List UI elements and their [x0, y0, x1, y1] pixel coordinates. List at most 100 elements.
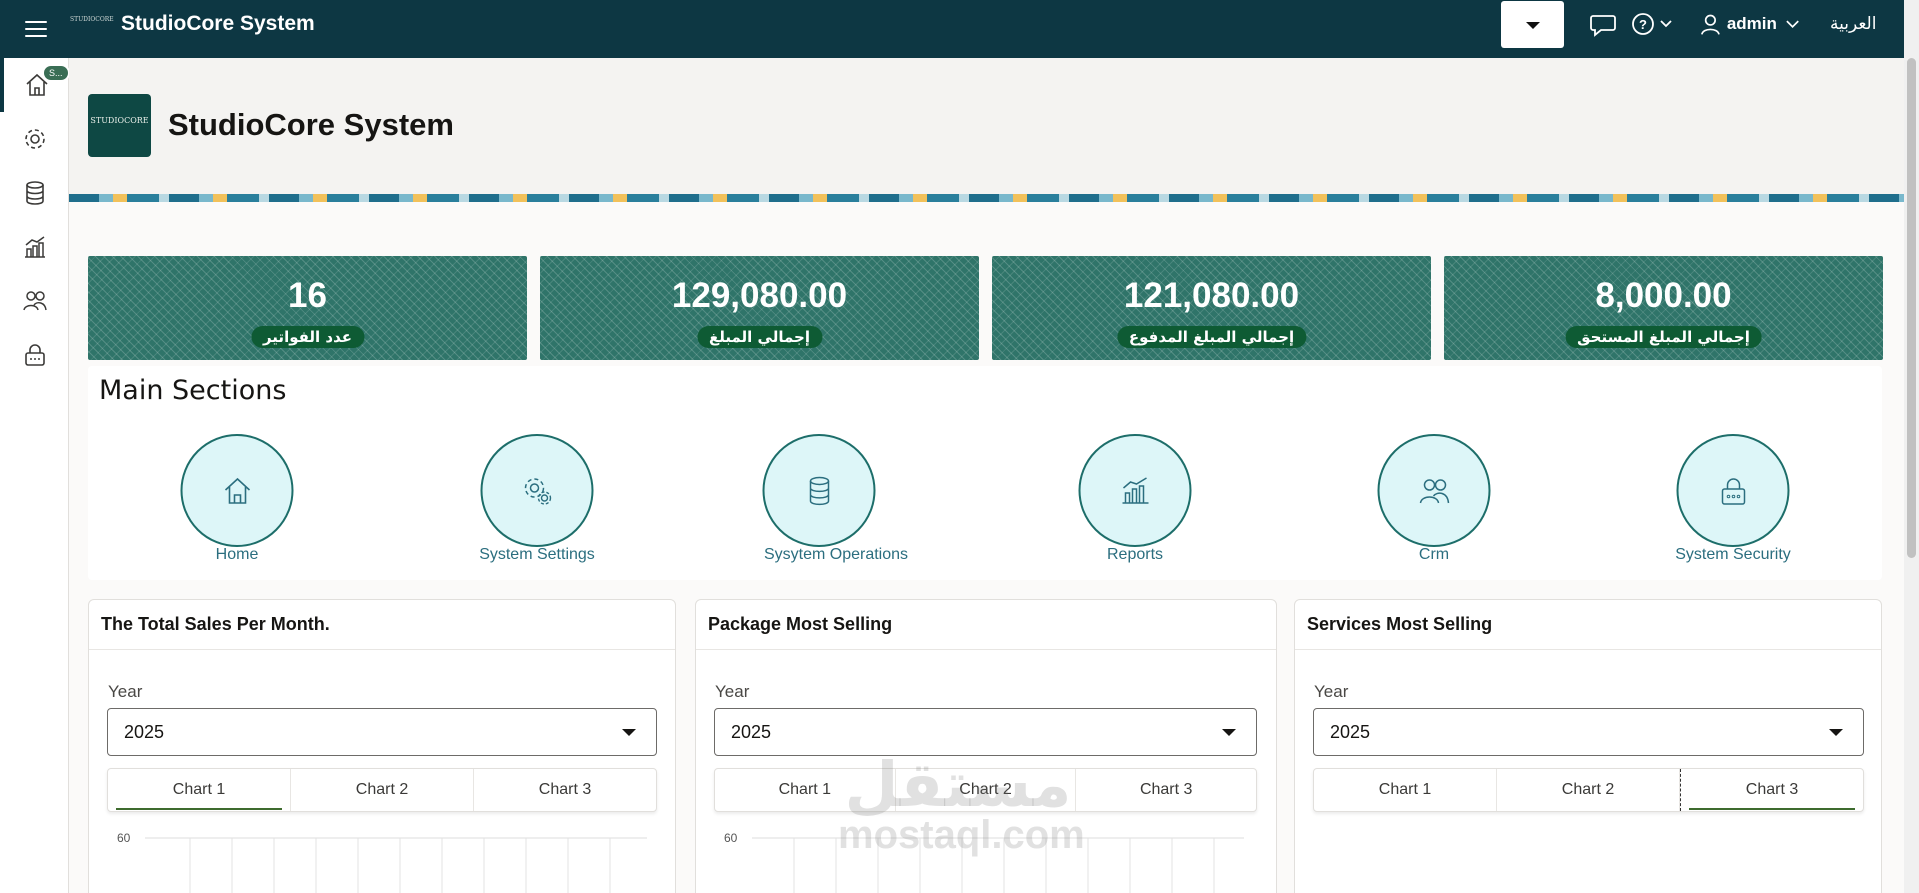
sections-title: Main Sections — [99, 375, 287, 406]
stat-label: عدد الفواتير — [250, 326, 365, 348]
year-label: Year — [108, 682, 143, 701]
section-label: System Settings — [479, 546, 595, 563]
page-scrollbar[interactable] — [1904, 0, 1919, 893]
year-select[interactable]: 2025 — [714, 708, 1257, 756]
scrollbar-thumb[interactable] — [1907, 58, 1916, 558]
chart-icon — [1122, 476, 1148, 504]
year-label: Year — [1314, 682, 1349, 701]
year-select[interactable]: 2025 — [1313, 708, 1864, 756]
sidebar-item-crm[interactable] — [0, 274, 69, 328]
year-select[interactable]: 2025 — [107, 708, 657, 756]
chart-tabs: Chart 1 Chart 2 Chart 3 — [714, 768, 1257, 812]
app-title: StudioCore System — [121, 12, 315, 35]
section-circle — [480, 434, 594, 547]
section-system-operations[interactable]: Sysytem Operations — [736, 434, 936, 574]
axis-tick-label: 60 — [724, 831, 738, 845]
section-label: Sysytem Operations — [763, 546, 909, 563]
app-logo: STUDIOCORE — [88, 94, 151, 157]
tab-chart-2[interactable]: Chart 2 — [896, 769, 1077, 811]
panel-title: Package Most Selling — [708, 614, 893, 634]
gear-icon — [24, 129, 45, 149]
lock-icon — [1721, 477, 1745, 505]
section-circle — [762, 434, 876, 547]
database-icon — [809, 476, 829, 505]
tab-chart-3[interactable]: Chart 3 — [474, 769, 656, 811]
sidebar-item-security[interactable] — [0, 328, 69, 382]
section-circle — [1377, 434, 1491, 547]
tab-chart-3[interactable]: Chart 3 — [1680, 769, 1863, 811]
user-icon — [1701, 14, 1720, 35]
header-dropdown-button[interactable] — [1501, 1, 1564, 48]
panel-divider — [696, 649, 1276, 650]
stat-value: 16 — [288, 276, 327, 315]
sidebar-item-home[interactable]: S... — [0, 58, 70, 112]
user-menu[interactable]: admin — [1700, 11, 1800, 37]
section-reports[interactable]: Reports — [1035, 434, 1235, 574]
sidebar-item-operations[interactable] — [0, 166, 69, 220]
chat-icon[interactable] — [1589, 11, 1617, 37]
stat-value: 129,080.00 — [671, 276, 848, 315]
section-system-security[interactable]: System Security — [1633, 434, 1833, 574]
help-icon[interactable]: ? — [1630, 11, 1678, 37]
stat-label: إجمالي المبلغ المستحق — [1565, 326, 1762, 348]
brand-logo: STUDIOCORE — [70, 16, 114, 23]
stat-card-paid-amount: 121,080.00 إجمالي المبلغ المدفوع — [992, 256, 1431, 360]
tab-chart-2[interactable]: Chart 2 — [1497, 769, 1680, 811]
stat-value: 121,080.00 — [1123, 276, 1300, 315]
section-label: Reports — [1106, 546, 1164, 563]
section-circle — [1078, 434, 1192, 547]
top-header: STUDIOCORE StudioCore System ? admin الع… — [0, 0, 1919, 58]
caret-down-icon — [1526, 22, 1540, 29]
section-system-settings[interactable]: System Settings — [437, 434, 637, 574]
language-switch[interactable]: العربية — [1830, 14, 1876, 34]
sidebar: S... — [0, 58, 70, 893]
users-icon — [1419, 478, 1449, 503]
caret-down-icon — [1222, 729, 1236, 736]
chevron-down-icon — [1786, 20, 1799, 29]
database-icon — [25, 181, 44, 205]
notification-badge: S... — [42, 64, 70, 82]
panel-divider — [89, 649, 675, 650]
panel-package-most-selling: Package Most Selling Year 2025 Chart 1 C… — [695, 599, 1277, 893]
chart-tabs: Chart 1 Chart 2 Chart 3 — [107, 768, 657, 812]
stat-card-total-amount: 129,080.00 إجمالي المبلغ — [540, 256, 979, 360]
caret-down-icon — [622, 729, 636, 736]
tab-chart-1[interactable]: Chart 1 — [715, 769, 896, 811]
sidebar-item-reports[interactable] — [0, 220, 69, 274]
year-value: 2025 — [124, 722, 165, 742]
section-circle — [1676, 434, 1790, 547]
chart-tabs: Chart 1 Chart 2 Chart 3 — [1313, 768, 1864, 812]
year-label: Year — [715, 682, 750, 701]
home-icon — [224, 477, 250, 504]
section-crm[interactable]: Crm — [1334, 434, 1534, 574]
menu-icon[interactable] — [22, 16, 50, 42]
panel-title: Services Most Selling — [1307, 614, 1493, 634]
chart-icon — [24, 236, 45, 258]
tab-chart-1[interactable]: Chart 1 — [108, 769, 291, 811]
sales-chart: 60 — [107, 824, 657, 893]
panel-services-most-selling: Services Most Selling Year 2025 Chart 1 … — [1294, 599, 1882, 893]
gear-icon — [524, 477, 551, 505]
panel-total-sales: The Total Sales Per Month. Year 2025 Cha… — [88, 599, 676, 893]
tab-chart-1[interactable]: Chart 1 — [1314, 769, 1497, 811]
users-icon — [22, 291, 47, 311]
page-title: StudioCore System — [168, 107, 454, 142]
stat-card-invoices: 16 عدد الفواتير — [88, 256, 527, 360]
sidebar-item-settings[interactable] — [0, 112, 69, 166]
section-label: System Security — [1675, 546, 1791, 563]
section-label: Crm — [1418, 546, 1450, 563]
stat-label: إجمالي المبلغ المدفوع — [1116, 326, 1307, 348]
year-value: 2025 — [731, 722, 772, 742]
panel-title: The Total Sales Per Month. — [101, 614, 330, 634]
package-chart: 60 — [714, 824, 1257, 893]
stat-label: إجمالي المبلغ — [697, 326, 822, 348]
main-sections-panel — [88, 366, 1882, 580]
tab-chart-2[interactable]: Chart 2 — [291, 769, 474, 811]
tab-chart-3[interactable]: Chart 3 — [1076, 769, 1256, 811]
lock-icon — [24, 344, 45, 366]
decorative-banner — [69, 194, 1904, 202]
section-home[interactable]: Home — [137, 434, 337, 574]
user-name: admin — [1726, 14, 1777, 33]
section-circle — [180, 434, 294, 547]
axis-tick-label: 60 — [117, 831, 131, 845]
